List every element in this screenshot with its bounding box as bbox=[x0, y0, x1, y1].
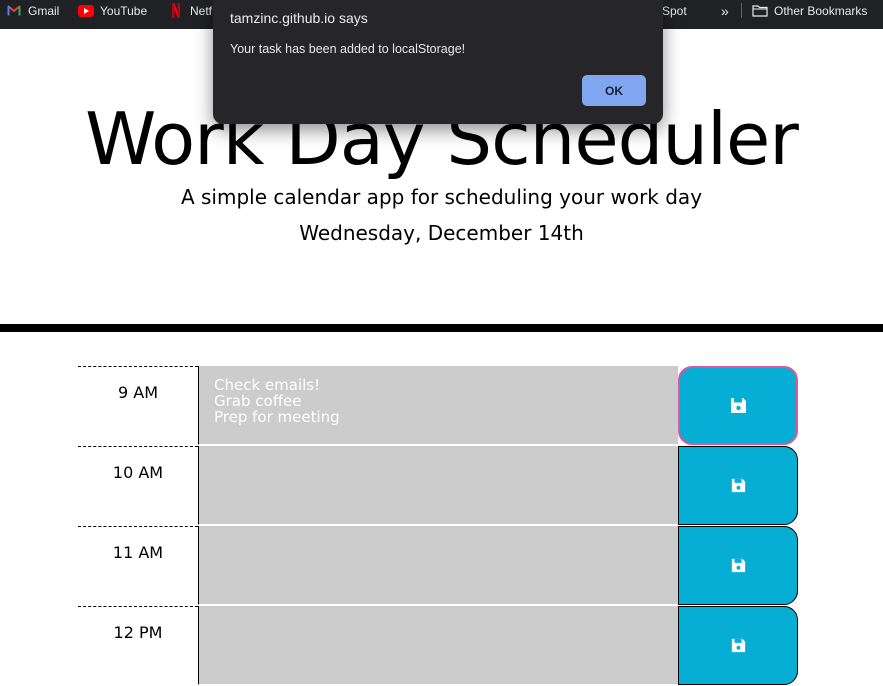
bookmark-gmail[interactable]: Gmail bbox=[6, 0, 59, 21]
save-button[interactable] bbox=[678, 446, 798, 525]
task-description-input[interactable]: Check emails! Grab coffee Prep for meeti… bbox=[198, 366, 678, 445]
bookmark-netflix[interactable]: Netf bbox=[168, 0, 212, 21]
task-description-input[interactable] bbox=[198, 606, 678, 685]
floppy-disk-icon bbox=[731, 638, 745, 653]
time-block-row: 12 PM bbox=[78, 606, 798, 686]
bookmark-label: Spot bbox=[662, 3, 687, 18]
time-block-row: 11 AM bbox=[78, 526, 798, 606]
time-block-row: 9 AM Check emails! Grab coffee Prep for … bbox=[78, 366, 798, 446]
floppy-disk-icon bbox=[731, 558, 745, 573]
bookmark-label: Gmail bbox=[28, 3, 60, 18]
youtube-icon bbox=[78, 3, 94, 19]
header-divider bbox=[0, 324, 883, 332]
bookmark-spot[interactable]: Spot bbox=[662, 0, 687, 21]
schedule-container: 9 AM Check emails! Grab coffee Prep for … bbox=[78, 366, 798, 686]
dialog-message: Your task has been added to localStorage… bbox=[230, 42, 466, 56]
save-button[interactable] bbox=[678, 526, 798, 605]
bookmark-youtube[interactable]: YouTube bbox=[78, 0, 147, 21]
alert-dialog: tamzinc.github.io says Your task has bee… bbox=[213, 0, 663, 124]
save-button[interactable] bbox=[678, 606, 798, 685]
more-bookmarks-button[interactable]: » bbox=[721, 0, 729, 21]
time-block-row: 10 AM bbox=[78, 446, 798, 526]
save-button[interactable] bbox=[678, 366, 798, 445]
current-day: Wednesday, December 14th bbox=[299, 221, 584, 245]
floppy-disk-icon bbox=[730, 398, 746, 413]
double-chevron-icon: » bbox=[721, 2, 729, 19]
page-subtitle: A simple calendar app for scheduling you… bbox=[180, 185, 703, 209]
ok-button[interactable]: OK bbox=[582, 75, 646, 106]
bookmark-label: YouTube bbox=[100, 3, 148, 18]
floppy-disk-icon bbox=[731, 478, 745, 493]
task-description-input[interactable] bbox=[198, 526, 678, 605]
hour-label: 9 AM bbox=[78, 366, 198, 445]
other-bookmarks-label: Other Bookmarks bbox=[774, 3, 868, 18]
task-description-input[interactable] bbox=[198, 446, 678, 525]
dialog-title: tamzinc.github.io says bbox=[230, 10, 368, 26]
netflix-icon bbox=[168, 3, 184, 19]
hour-label: 10 AM bbox=[78, 446, 198, 525]
folder-icon bbox=[752, 3, 768, 19]
gmail-icon bbox=[6, 3, 22, 19]
bookmark-label: Netf bbox=[190, 3, 213, 18]
other-bookmarks-button[interactable]: Other Bookmarks bbox=[752, 0, 867, 21]
hour-label: 11 AM bbox=[78, 526, 198, 605]
bookmarks-divider bbox=[741, 3, 742, 18]
hour-label: 12 PM bbox=[78, 606, 198, 685]
